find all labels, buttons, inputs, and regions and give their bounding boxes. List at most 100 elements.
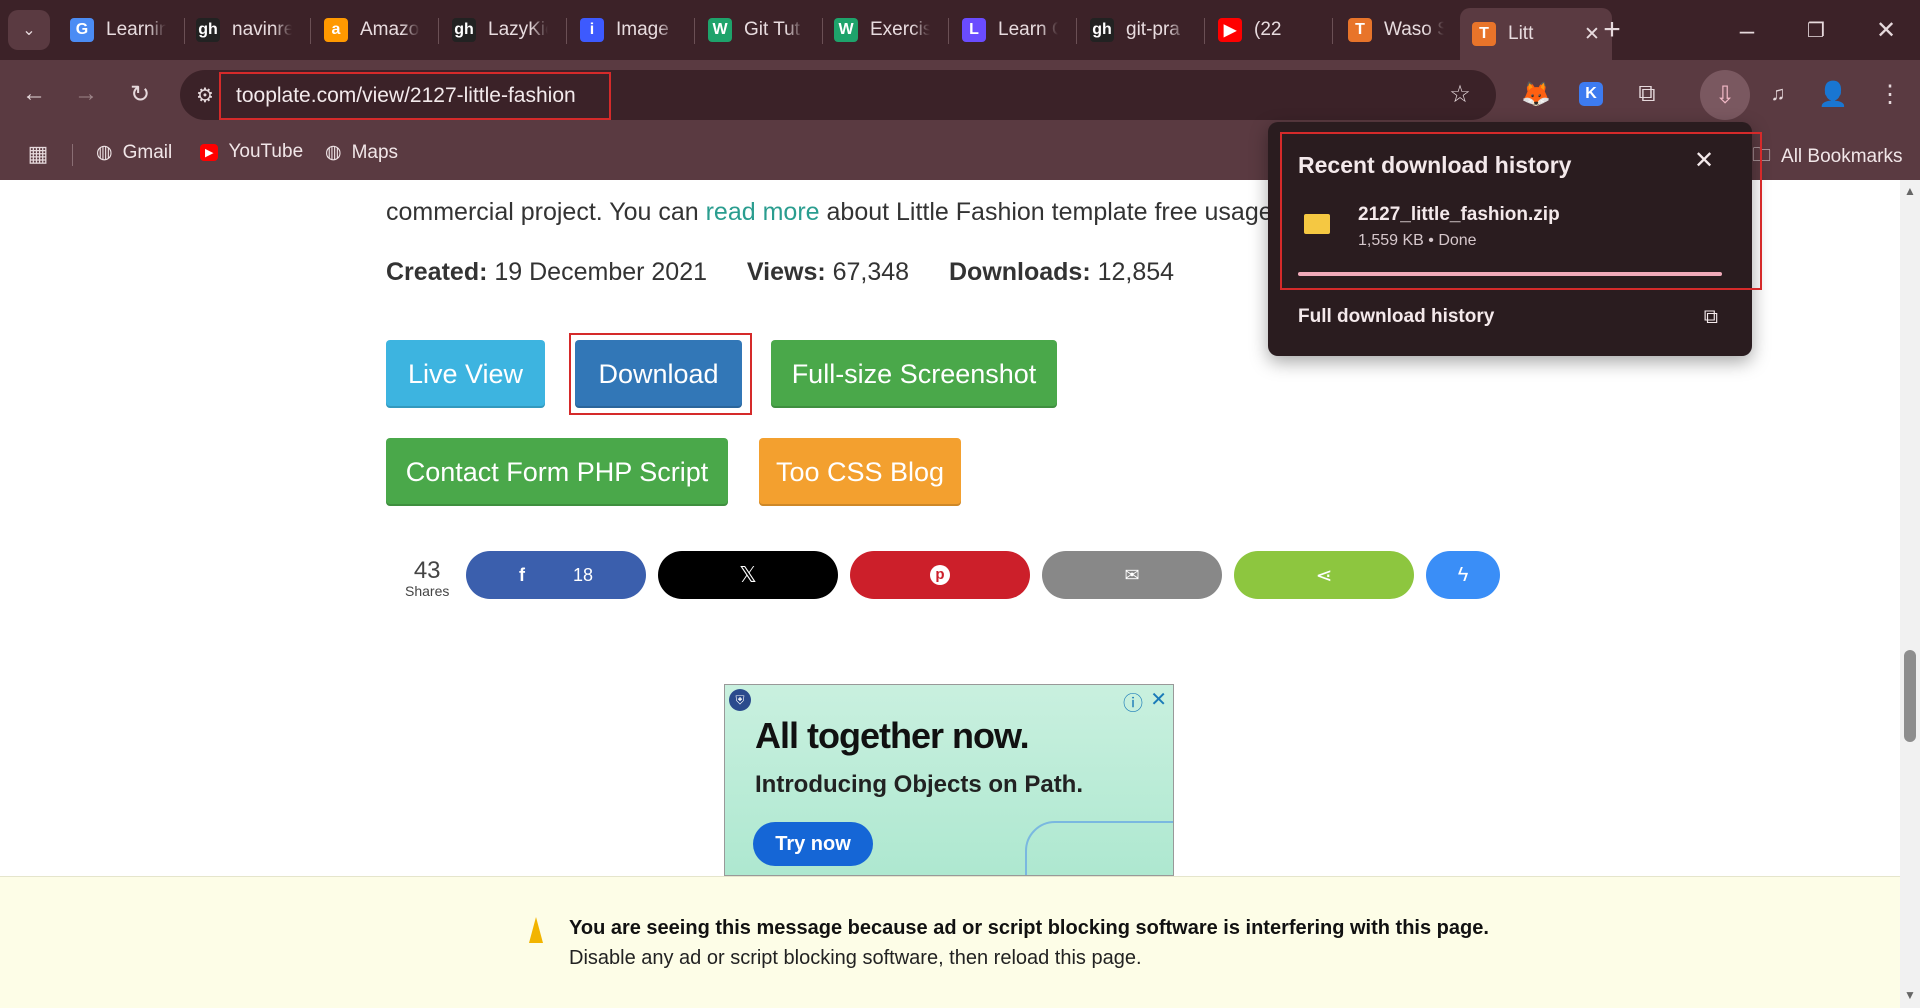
- download-button[interactable]: Download: [575, 340, 742, 408]
- downloads-label: Downloads:: [949, 258, 1091, 286]
- views-label: Views:: [746, 258, 826, 286]
- ad-banner[interactable]: ⛨ ⓘ ✕ All together now. Introducing Obje…: [724, 684, 1174, 876]
- scrollbar-thumb[interactable]: [1904, 650, 1916, 742]
- download-progress-bar: [1298, 272, 1722, 276]
- facebook-icon: f: [518, 564, 525, 585]
- download-icon[interactable]: ⇩: [1700, 70, 1750, 120]
- tab-2[interactable]: a Amazo: [324, 10, 420, 50]
- bookmark-maps[interactable]: ◍ Maps: [325, 141, 398, 164]
- share-button[interactable]: ⋖: [1234, 551, 1414, 599]
- minimize-button[interactable]: –: [1727, 10, 1767, 50]
- tab-separator: [1076, 18, 1077, 44]
- bookmark-label: All Bookmarks: [1781, 146, 1903, 167]
- tab-label: LazyKic: [488, 19, 548, 40]
- contact-form-button[interactable]: Contact Form PHP Script: [386, 438, 728, 506]
- pinterest-share-button[interactable]: p: [850, 551, 1030, 599]
- warning-line1: You are seeing this message because ad o…: [569, 917, 1489, 939]
- tab-favicon-icon: i: [580, 18, 604, 42]
- popup-title: Recent download history: [1298, 152, 1572, 178]
- shares-counter: 43 Shares: [405, 557, 449, 599]
- vertical-scrollbar[interactable]: ▲ ▼: [1900, 180, 1920, 1008]
- full-download-history-link[interactable]: Full download history ⧉: [1298, 306, 1718, 336]
- new-tab-button[interactable]: +: [1592, 10, 1632, 50]
- tab-10[interactable]: T Waso S: [1348, 10, 1444, 50]
- tab-label: navinre: [232, 19, 292, 40]
- tab-favicon-icon: gh: [452, 18, 476, 42]
- warning-line2: Disable any ad or script blocking softwa…: [569, 947, 1142, 969]
- screenshot-button[interactable]: Full-size Screenshot: [771, 340, 1057, 408]
- tab-label: Litt: [1508, 23, 1534, 44]
- tab-4[interactable]: i Image: [580, 10, 676, 50]
- ad-info-icon[interactable]: ⓘ: [1123, 687, 1143, 716]
- bookmark-star-icon[interactable]: ☆: [1440, 74, 1480, 114]
- apps-grid-icon[interactable]: ▦: [18, 134, 58, 174]
- scroll-down-arrow[interactable]: ▼: [1904, 988, 1916, 1002]
- ad-try-now-button[interactable]: Try now: [753, 822, 873, 866]
- folder-icon: [1304, 214, 1330, 234]
- tab-9[interactable]: ▶ (22: [1218, 10, 1314, 50]
- download-popup: Recent download history ✕ 2127_little_fa…: [1268, 122, 1762, 356]
- ad-shield-icon: ⛨: [729, 689, 751, 711]
- tab-8[interactable]: gh git-pra: [1090, 10, 1186, 50]
- extensions-icon[interactable]: ⧉: [1627, 74, 1667, 114]
- shares-label: Shares: [405, 583, 450, 599]
- tab-3[interactable]: gh LazyKic: [452, 10, 548, 50]
- tab-0[interactable]: G Learnin: [70, 10, 166, 50]
- messenger-icon: ϟ: [1457, 563, 1469, 586]
- download-meta: 1,559 KB • Done: [1358, 232, 1477, 249]
- reload-icon[interactable]: ↻: [120, 74, 160, 114]
- tab-7[interactable]: L Learn C: [962, 10, 1058, 50]
- download-item[interactable]: 2127_little_fashion.zip 1,559 KB • Done: [1298, 204, 1718, 264]
- views-value: 67,348: [832, 258, 910, 286]
- messenger-share-button[interactable]: ϟ: [1426, 551, 1500, 599]
- back-icon[interactable]: ←: [14, 74, 54, 114]
- stats-row: Created: 19 December 2021 Views: 67,348 …: [386, 258, 1174, 287]
- url-text[interactable]: tooplate.com/view/2127-little-fashion: [219, 72, 611, 120]
- tab-label: Learn C: [998, 19, 1058, 40]
- read-more-link[interactable]: read more: [706, 198, 820, 226]
- tab-6[interactable]: W Exercis: [834, 10, 930, 50]
- divider: [72, 144, 73, 166]
- full-history-label: Full download history: [1298, 306, 1495, 327]
- facebook-count: 18: [572, 564, 594, 585]
- scroll-up-arrow[interactable]: ▲: [1904, 184, 1916, 198]
- all-bookmarks[interactable]: 🗀 All Bookmarks: [1752, 141, 1902, 173]
- tab-label: (22: [1254, 19, 1282, 40]
- x-share-button[interactable]: 𝕏: [658, 551, 838, 599]
- facebook-share-button[interactable]: f 18: [466, 551, 646, 599]
- tab-search-button[interactable]: ⌄: [8, 10, 50, 50]
- tab-favicon-icon: gh: [196, 18, 220, 42]
- profile-avatar[interactable]: 👤: [1813, 74, 1853, 114]
- forward-icon[interactable]: →: [66, 74, 106, 114]
- tab-label: Waso S: [1384, 19, 1444, 40]
- tab-11[interactable]: T Litt ✕: [1460, 8, 1612, 60]
- bookmark-gmail[interactable]: ◍ Gmail: [96, 141, 172, 164]
- bookmark-label: Gmail: [122, 141, 173, 163]
- created-value: 19 December 2021: [494, 258, 708, 286]
- menu-icon[interactable]: ⋮: [1870, 74, 1910, 114]
- media-control-icon[interactable]: ♫: [1758, 74, 1798, 114]
- tab-5[interactable]: W Git Tut: [708, 10, 804, 50]
- close-window-button[interactable]: ✕: [1866, 10, 1906, 50]
- tab-separator: [184, 18, 185, 44]
- live-view-button[interactable]: Live View: [386, 340, 545, 408]
- tab-favicon-icon: gh: [1090, 18, 1114, 42]
- tab-1[interactable]: gh navinre: [196, 10, 292, 50]
- css-blog-button[interactable]: Too CSS Blog: [759, 438, 961, 506]
- tab-favicon-icon: ▶: [1218, 18, 1242, 42]
- tab-separator: [566, 18, 567, 44]
- bookmark-youtube[interactable]: ▶ YouTube: [200, 141, 303, 163]
- restore-button[interactable]: ❐: [1796, 10, 1836, 50]
- close-icon[interactable]: ✕: [1694, 146, 1714, 175]
- external-link-icon: ⧉: [1703, 306, 1718, 328]
- ad-close-icon[interactable]: ✕: [1150, 687, 1167, 712]
- k-extension-icon[interactable]: K: [1579, 82, 1603, 106]
- email-share-button[interactable]: ✉: [1042, 551, 1222, 599]
- tab-favicon-icon: T: [1472, 22, 1496, 46]
- metamask-extension-icon[interactable]: 🦊: [1516, 74, 1556, 114]
- tab-label: git-pra: [1126, 19, 1180, 40]
- tab-favicon-icon: G: [70, 18, 94, 42]
- tab-label: Image: [616, 19, 669, 40]
- intro-suffix: about Little Fashion template free usage: [819, 198, 1273, 226]
- x-icon: 𝕏: [739, 562, 757, 587]
